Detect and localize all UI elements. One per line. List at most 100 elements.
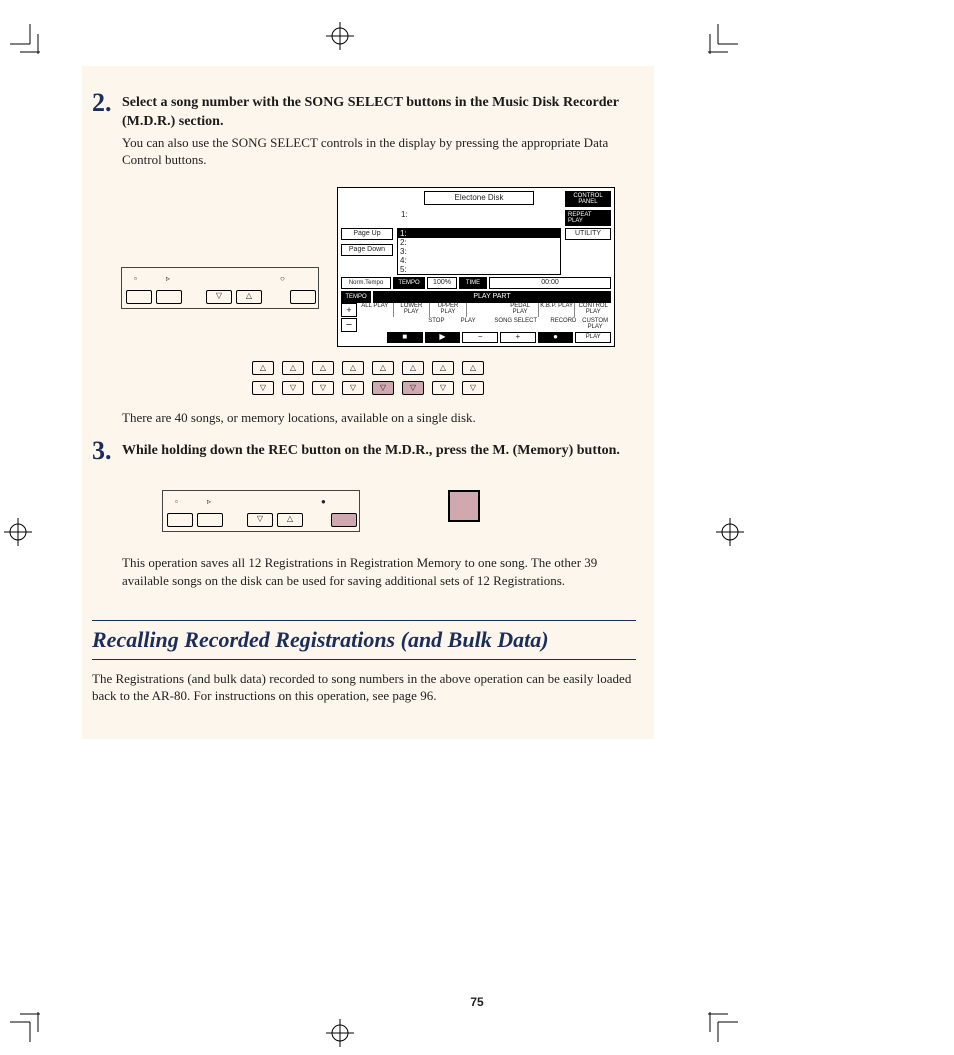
step-3-diagram: ▫ ▹ ● ▽ △	[82, 490, 654, 532]
data-control-down-button[interactable]: ▽	[282, 381, 304, 395]
data-control-up-button[interactable]: △	[402, 361, 424, 375]
lcd-repeat-play-button[interactable]: REPEAT PLAY	[565, 210, 611, 226]
play-icon: ▹	[166, 274, 170, 283]
lcd-part-pedal[interactable]: PEDAL PLAY	[502, 303, 539, 317]
lcd-bottom-label: SONG SELECT	[484, 318, 548, 332]
lcd-list-item[interactable]: 3:	[398, 247, 560, 256]
lcd-song-plus-button[interactable]: +	[500, 332, 536, 343]
lcd-tempo-value: 100%	[427, 277, 457, 289]
section-divider-bottom	[92, 659, 636, 660]
lcd-list-item[interactable]: 4:	[398, 256, 560, 265]
lcd-list-item[interactable]: 2:	[398, 238, 560, 247]
mdr-stop-button[interactable]	[126, 290, 152, 304]
step-3: 3. While holding down the REC button on …	[82, 442, 654, 464]
crop-mark-tr	[708, 24, 738, 59]
data-control-up-button[interactable]: △	[252, 361, 274, 375]
mdr-rec-button[interactable]	[290, 290, 316, 304]
lcd-song-minus-button[interactable]: −	[462, 332, 498, 343]
lcd-time-value: 00:00	[489, 277, 611, 289]
crop-mark-bl	[10, 1012, 40, 1047]
play-icon: ▹	[207, 497, 211, 506]
mdr-play-button[interactable]	[197, 513, 223, 527]
data-control-down-button-highlighted[interactable]: ▽	[372, 381, 394, 395]
page-number: 75	[0, 995, 954, 1009]
lcd-play-part-header: PLAY PART	[373, 291, 611, 303]
registration-mark-top	[326, 22, 354, 50]
mdr-stop-button[interactable]	[167, 513, 193, 527]
lcd-part-kbp[interactable]: K.B.P. PLAY	[539, 303, 576, 317]
mdr-panel: ▫ ▹ ○ ▽ △	[121, 267, 319, 309]
step-2-note: There are 40 songs, or memory locations,…	[82, 409, 654, 427]
data-control-down-button-highlighted[interactable]: ▽	[402, 381, 424, 395]
lcd-title: Electone Disk	[424, 191, 534, 205]
data-control-down-button[interactable]: ▽	[462, 381, 484, 395]
crop-mark-br	[708, 1012, 738, 1047]
step-3-number: 3.	[92, 438, 122, 464]
lcd-tempo-label: TEMPO	[393, 277, 425, 289]
data-control-up-button[interactable]: △	[462, 361, 484, 375]
lcd-norm-tempo-button[interactable]: Norm.Tempo	[341, 277, 391, 289]
mdr-song-up-button[interactable]: △	[236, 290, 262, 304]
data-control-up-button[interactable]: △	[312, 361, 334, 375]
rec-solid-icon: ●	[321, 497, 326, 506]
data-control-up-button[interactable]: △	[342, 361, 364, 375]
rec-icon: ○	[280, 274, 285, 283]
lcd-utility-button[interactable]: UTILITY	[565, 228, 611, 240]
memory-button-highlighted[interactable]	[448, 490, 480, 522]
page-content: 2. Select a song number with the SONG SE…	[82, 66, 654, 739]
lcd-tempo-minus-button[interactable]: −	[341, 318, 357, 332]
lcd-tempo-side: TEMPO	[341, 291, 371, 303]
data-control-down-button[interactable]: ▽	[342, 381, 364, 395]
crop-mark-tl	[10, 24, 40, 59]
data-control-up-button[interactable]: △	[432, 361, 454, 375]
data-control-up-button[interactable]: △	[372, 361, 394, 375]
lcd-part-all[interactable]: ALL PLAY	[357, 303, 394, 317]
section-title: Recalling Recorded Registrations (and Bu…	[82, 627, 654, 653]
registration-mark-bottom	[326, 1019, 354, 1047]
lcd-stop-button[interactable]: ■	[387, 332, 423, 343]
lcd-list-item[interactable]: 5:	[398, 265, 560, 274]
data-control-down-button[interactable]: ▽	[312, 381, 334, 395]
lcd-list-item-selected[interactable]: 1:	[398, 229, 560, 238]
mdr-rec-button-highlighted[interactable]	[331, 513, 357, 527]
data-control-up-button[interactable]: △	[282, 361, 304, 375]
data-control-down-button[interactable]: ▽	[252, 381, 274, 395]
step-2-heading: Select a song number with the SONG SELEC…	[122, 94, 636, 132]
step-2-sub: You can also use the SONG SELECT control…	[122, 134, 636, 169]
lcd-part-upper[interactable]: UPPER PLAY	[430, 303, 467, 317]
lcd-page-up-button[interactable]: Page Up	[341, 228, 393, 240]
lcd-tempo-plus-button[interactable]: +	[341, 303, 357, 317]
stop-icon: ▫	[175, 497, 178, 506]
lcd-custom-play-button[interactable]: PLAY	[575, 332, 611, 343]
lcd-control-panel-button[interactable]: CONTROL PANEL	[565, 191, 611, 207]
lcd-part-control[interactable]: CONTROL PLAY	[575, 303, 611, 317]
lcd-part-lower[interactable]: LOWER PLAY	[394, 303, 431, 317]
mdr-song-down-button[interactable]: ▽	[206, 290, 232, 304]
lcd-bottom-label: PLAY	[452, 318, 484, 332]
step-2: 2. Select a song number with the SONG SE…	[82, 94, 654, 169]
lcd-page-down-button[interactable]: Page Down	[341, 244, 393, 256]
lcd-bottom-label: STOP	[421, 318, 453, 332]
lcd-list-header: 1:	[393, 210, 565, 226]
registration-mark-left	[4, 518, 32, 546]
lcd-screen: Electone Disk CONTROL PANEL 1: REPEAT PL…	[337, 187, 615, 347]
lcd-bottom-label: CUSTOM PLAY	[579, 318, 611, 332]
mdr-panel-2: ▫ ▹ ● ▽ △	[162, 490, 360, 532]
step-2-number: 2.	[92, 90, 122, 116]
lcd-play-button[interactable]: ▶	[425, 332, 461, 343]
mdr-song-down-button[interactable]: ▽	[247, 513, 273, 527]
step-3-note: This operation saves all 12 Registration…	[82, 554, 654, 589]
section-body: The Registrations (and bulk data) record…	[82, 670, 654, 705]
mdr-song-up-button[interactable]: △	[277, 513, 303, 527]
step-3-heading: While holding down the REC button on the…	[122, 442, 620, 461]
mdr-play-button[interactable]	[156, 290, 182, 304]
step-2-diagram: ▫ ▹ ○ ▽ △ Electone Disk CONTROL PANEL	[82, 187, 654, 347]
data-control-down-button[interactable]: ▽	[432, 381, 454, 395]
lcd-bottom-label: RECORD	[548, 318, 580, 332]
registration-mark-right	[716, 518, 744, 546]
stop-icon: ▫	[134, 274, 137, 283]
data-control-buttons: △ △ △ △ △ △ △ △ ▽ ▽ ▽ ▽ ▽ ▽ ▽ ▽	[252, 361, 484, 395]
section-divider-top	[92, 620, 636, 621]
lcd-time-label: TIME	[459, 277, 487, 289]
lcd-record-button[interactable]: ●	[538, 332, 574, 343]
